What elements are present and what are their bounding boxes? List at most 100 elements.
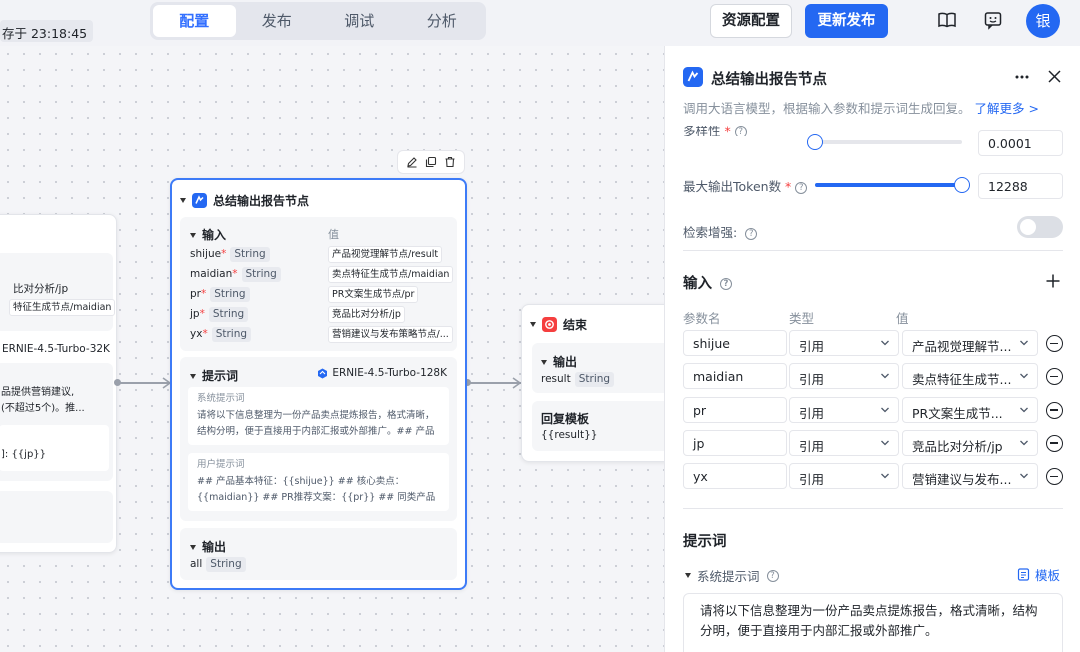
param-value-select[interactable]: 竞品比对分析/jp: [902, 429, 1038, 456]
saved-timestamp: 存于 23:18:45: [0, 20, 94, 42]
chevron-down-icon: [1020, 340, 1028, 346]
output-variable: all String: [190, 557, 246, 572]
left-prompt-section: 品提供营销建议, (不超过5个)。推... ]: {{jp}}: [0, 363, 113, 481]
value-header: 值: [328, 228, 339, 241]
end-node-icon: [542, 317, 557, 332]
chevron-down-icon: [1020, 473, 1028, 479]
left-model: ERNIE-4.5-Turbo-32K: [2, 343, 110, 355]
input-param-value: PR文案生成节点/pr: [328, 286, 419, 303]
input-section-title: 输入: [190, 226, 226, 243]
prompt-section-title: 提示词: [683, 534, 727, 550]
add-icon[interactable]: [1046, 274, 1060, 288]
remove-param-icon[interactable]: [1046, 368, 1063, 386]
close-icon[interactable]: [1048, 70, 1061, 83]
remove-param-icon[interactable]: [1046, 401, 1063, 419]
system-prompt-header[interactable]: 系统提示词?: [685, 566, 779, 585]
param-value-select[interactable]: PR文案生成节...: [902, 396, 1038, 423]
col-param-name: 参数名: [683, 311, 721, 326]
node-input-section: 输入 值 shijue* String 产品视觉理解节点/result maidian…: [180, 217, 457, 351]
end-node-title: 结束: [563, 318, 588, 332]
node-input-row: pr* String PR文案生成节点/pr: [190, 286, 450, 304]
system-prompt-preview[interactable]: 系统提示词 请将以下信息整理为一份产品卖点提炼报告，格式清晰，结构分明，便于直接…: [188, 387, 449, 445]
template-button[interactable]: 模板: [1017, 565, 1060, 584]
param-type-select[interactable]: 引用: [789, 429, 899, 456]
param-type-select[interactable]: 引用: [789, 363, 899, 390]
copy-icon[interactable]: [425, 156, 437, 168]
input-param-name: maidian: [190, 268, 233, 280]
remove-param-icon[interactable]: [1046, 434, 1063, 452]
input-param-value: 营销建议与发布策略节点/...: [328, 326, 453, 343]
param-type-select[interactable]: 引用: [789, 463, 899, 490]
node-input-row: jp* String 竞品比对分析/jp: [190, 306, 450, 324]
input-param-name: shijue: [190, 248, 222, 260]
diversity-slider-knob[interactable]: [807, 134, 823, 150]
end-output-section: 输出 result String: [532, 343, 664, 393]
remove-param-icon[interactable]: [1046, 335, 1063, 352]
update-publish-button[interactable]: 更新发布: [805, 4, 888, 38]
more-icon[interactable]: [1015, 75, 1029, 79]
input-param-name: yx: [190, 328, 203, 340]
end-node-header: 结束: [530, 316, 587, 333]
tab-publish[interactable]: 发布: [236, 5, 319, 37]
input-section-title: 输入?: [683, 272, 732, 293]
input-param-name: pr: [190, 288, 201, 300]
diversity-input[interactable]: 0.0001: [978, 130, 1063, 156]
divider: [683, 250, 1063, 251]
previous-node[interactable]: 比对分析/jp 特征生成节点/maidian ERNIE-4.5-Turbo-3…: [0, 214, 117, 553]
chevron-down-icon: [881, 407, 889, 413]
summary-report-node[interactable]: 总结输出报告节点 输入 值 shijue* String 产品视觉理解节点/resu…: [170, 178, 467, 590]
param-type-select[interactable]: 引用: [789, 396, 899, 423]
max-token-slider-knob[interactable]: [954, 177, 970, 193]
chevron-down-icon: [881, 473, 889, 479]
param-value-select[interactable]: 营销建议与发布...: [902, 463, 1038, 490]
param-name-input[interactable]: jp: [683, 429, 787, 456]
port-left-out[interactable]: [114, 379, 121, 386]
model-indicator: ERNIE-4.5-Turbo-128K: [317, 367, 447, 379]
retrieval-toggle[interactable]: [1017, 216, 1063, 238]
delete-icon[interactable]: [444, 156, 456, 168]
tab-config[interactable]: 配置: [153, 5, 236, 37]
left-line-6: ]: {{jp}}: [1, 449, 47, 460]
input-param-type: String: [241, 267, 281, 282]
param-value-select[interactable]: 卖点特征生成节...: [902, 363, 1038, 390]
param-value-select[interactable]: 产品视觉理解节...: [902, 330, 1038, 356]
param-row: shijue 引用 产品视觉理解节...: [683, 330, 1063, 356]
input-param-type: String: [230, 247, 270, 262]
node-config-panel: 总结输出报告节点 调用大语言模型，根据输入参数和提示词生成回复。 了解更多 > …: [664, 46, 1080, 652]
panel-title: 总结输出报告节点: [711, 72, 827, 88]
chevron-down-icon: [1020, 373, 1028, 379]
param-row: jp 引用 竞品比对分析/jp: [683, 429, 1063, 456]
top-bar: 存于 23:18:45 配置 发布 调试 分析 资源配置 更新发布 银: [0, 0, 1080, 46]
param-name-input[interactable]: maidian: [683, 363, 787, 390]
node-input-row: shijue* String 产品视觉理解节点/result: [190, 246, 450, 264]
node-toolbar: [397, 150, 465, 174]
user-prompt-preview[interactable]: 用户提示词 ## 产品基本特征：{{shijue}} ## 核心卖点：{{mai…: [188, 453, 449, 511]
system-prompt-textarea[interactable]: 请将以下信息整理为一份产品卖点提炼报告，格式清晰，结构分明，便于直接用于内部汇报…: [683, 593, 1063, 652]
input-param-type: String: [211, 327, 252, 342]
book-icon[interactable]: [937, 10, 957, 30]
node-input-row: maidian* String 卖点特征生成节点/maidian: [190, 266, 454, 284]
workflow-canvas[interactable]: 比对分析/jp 特征生成节点/maidian ERNIE-4.5-Turbo-3…: [0, 46, 664, 652]
reply-template-title: 回复模板: [541, 412, 590, 426]
reply-template-value: {{result}}: [541, 429, 598, 441]
model-logo-icon: [318, 368, 328, 378]
user-avatar[interactable]: 银: [1026, 4, 1060, 38]
max-token-slider[interactable]: [815, 177, 970, 193]
edit-icon[interactable]: [406, 156, 418, 168]
template-icon: [1017, 568, 1030, 581]
max-token-input[interactable]: 12288: [978, 173, 1063, 199]
learn-more-link[interactable]: 了解更多 >: [975, 101, 1039, 116]
param-name-input[interactable]: shijue: [683, 330, 787, 356]
param-type-select[interactable]: 引用: [789, 330, 899, 356]
param-name-input[interactable]: yx: [683, 463, 787, 490]
end-node[interactable]: 结束 输出 result String 回复模板 {{result}}: [521, 304, 664, 462]
resource-config-button[interactable]: 资源配置: [710, 4, 792, 38]
param-name-input[interactable]: pr: [683, 396, 787, 423]
tab-debug[interactable]: 调试: [318, 5, 401, 37]
diversity-slider[interactable]: [807, 134, 962, 150]
left-output-section: [0, 491, 113, 543]
left-line-4: 品提供营销建议,: [1, 387, 75, 398]
remove-param-icon[interactable]: [1046, 468, 1063, 486]
tab-analysis[interactable]: 分析: [401, 5, 484, 37]
feedback-icon[interactable]: [983, 10, 1003, 30]
